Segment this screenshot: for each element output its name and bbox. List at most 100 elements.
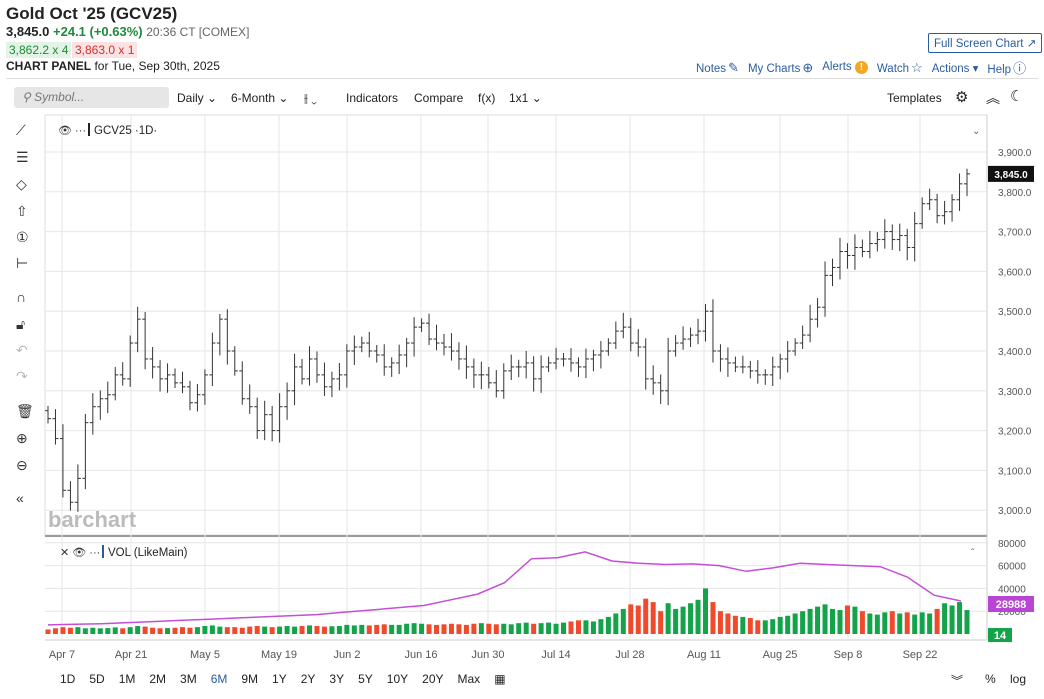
volume-bar — [172, 627, 178, 634]
price-legend: GCV25 ·1D· — [94, 125, 157, 137]
volume-bar — [897, 613, 903, 634]
volume-bar — [307, 625, 313, 634]
volume-bar — [179, 627, 185, 634]
volume-bar — [75, 627, 81, 634]
calendar-icon[interactable]: ▦ — [494, 672, 505, 686]
volume-bar — [374, 624, 380, 634]
price-tick-label: 3,000.0 — [998, 506, 1032, 517]
volume-bar — [284, 626, 290, 634]
volume-line-label: 28988 — [996, 599, 1027, 611]
volume-bar — [538, 623, 544, 634]
volume-bar — [82, 628, 88, 634]
volume-bar — [613, 613, 619, 634]
volume-bar — [135, 626, 141, 634]
volume-bar — [411, 623, 417, 634]
volume-bar — [919, 612, 925, 634]
volume-bar — [590, 621, 596, 634]
volume-bar — [942, 603, 948, 634]
timeframe-1d[interactable]: 1D — [60, 672, 75, 686]
timeframe-20y[interactable]: 20Y — [422, 672, 443, 686]
volume-bar — [351, 625, 357, 634]
volume-bar — [187, 627, 193, 634]
price-chart[interactable]: 3,900.0 3,800.0 3,700.0 3,600.0 3,500.0 3,400… — [0, 0, 1044, 699]
volume-bar — [456, 624, 462, 634]
volume-bar — [269, 627, 275, 634]
timeframe-5d[interactable]: 5D — [89, 672, 104, 686]
price-tick-label: 3,200.0 — [998, 427, 1032, 438]
date-tick-label: Jun 2 — [334, 649, 361, 661]
timeframe-2m[interactable]: 2M — [149, 672, 166, 686]
volume-bar — [688, 603, 694, 634]
volume-bar — [471, 623, 477, 634]
volume-bar — [45, 629, 51, 634]
volume-bar — [546, 622, 552, 634]
volume-bar — [112, 627, 118, 634]
volume-bar — [710, 602, 716, 634]
volume-bar — [680, 606, 686, 634]
volume-bar — [321, 626, 327, 634]
date-tick-label: Sep 22 — [903, 649, 938, 661]
log-scale-button[interactable]: log — [1010, 672, 1026, 686]
volume-bar — [314, 626, 320, 634]
timeframe-1y[interactable]: 1Y — [272, 672, 287, 686]
volume-bar — [912, 614, 918, 634]
volume-bar — [755, 620, 761, 634]
volume-bar — [583, 620, 589, 634]
timeframe-5y[interactable]: 5Y — [358, 672, 373, 686]
timeframe-9m[interactable]: 9M — [241, 672, 258, 686]
volume-bar — [292, 626, 298, 634]
volume-bar-label: 14 — [994, 630, 1007, 642]
volume-bar — [247, 626, 253, 634]
expand-down-icon[interactable]: ︾ — [951, 672, 963, 689]
timeframe-1m[interactable]: 1M — [119, 672, 136, 686]
volume-bar — [217, 626, 223, 634]
volume-bar — [448, 623, 454, 634]
volume-legend: VOL (LikeMain) — [108, 547, 188, 559]
volume-bar — [785, 615, 791, 634]
volume-bar — [635, 605, 641, 634]
volume-bar — [389, 624, 395, 634]
timeframe-3y[interactable]: 3Y — [329, 672, 344, 686]
volume-bar — [232, 627, 238, 634]
volume-bar — [52, 628, 58, 634]
timeframe-3m[interactable]: 3M — [180, 672, 197, 686]
close-volume-icon: ✕ 👁︎ ··· — [60, 547, 100, 559]
volume-bar — [404, 623, 410, 634]
volume-bar — [575, 620, 581, 634]
price-pane — [44, 114, 988, 536]
volume-bar — [463, 624, 469, 634]
volume-bar — [142, 626, 148, 634]
volume-bar — [516, 623, 522, 634]
date-tick-label: Aug 11 — [687, 649, 721, 661]
volume-bar — [277, 626, 283, 634]
volume-bar — [561, 622, 567, 634]
volume-bar — [882, 612, 888, 634]
timeframe-max[interactable]: Max — [458, 672, 481, 686]
volume-bar — [852, 606, 858, 634]
volume-bar — [770, 619, 776, 634]
volume-bar — [934, 608, 940, 634]
timeframe-bar: 1D 5D 1M 2M 3M 6M 9M 1Y 2Y 3Y 5Y 10Y 20Y Max ▦ — [60, 672, 520, 686]
volume-bar — [419, 623, 425, 634]
volume-bar — [732, 615, 738, 634]
volume-bar — [874, 614, 880, 634]
volume-bar — [97, 628, 103, 634]
volume-bar — [889, 611, 895, 634]
volume-bar — [628, 604, 634, 634]
barchart-watermark: barchart — [48, 507, 137, 532]
timeframe-6m[interactable]: 6M — [211, 672, 228, 686]
timeframe-2y[interactable]: 2Y — [301, 672, 316, 686]
volume-bar — [673, 608, 679, 634]
volume-bar — [67, 627, 73, 634]
volume-bar — [150, 627, 156, 634]
volume-bar — [165, 628, 171, 634]
volume-bar — [329, 626, 335, 634]
date-tick-label: Apr 21 — [115, 649, 147, 661]
volume-bar — [598, 619, 604, 634]
timeframe-10y[interactable]: 10Y — [387, 672, 408, 686]
volume-bar — [830, 608, 836, 634]
percent-scale-button[interactable]: % — [985, 672, 996, 686]
volume-bar — [815, 606, 821, 634]
volume-bar — [523, 622, 529, 634]
price-tick-label: 3,800.0 — [998, 188, 1032, 199]
